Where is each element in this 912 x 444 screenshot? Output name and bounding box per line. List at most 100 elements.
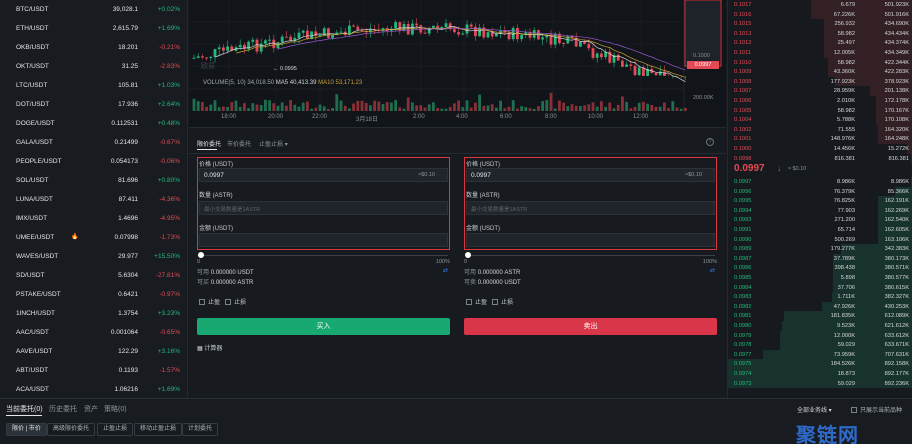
sell-qty-input[interactable]: 最小交易数量是1ASTR: [466, 201, 715, 215]
chip-trigger-order[interactable]: 计划委托: [182, 423, 219, 436]
market-row[interactable]: OKT/USDT 31.25 -2.83%: [0, 58, 187, 77]
bid-row[interactable]: 0.0982 47.926K 430.253K: [728, 301, 912, 312]
ask-row[interactable]: 0.1013 58.982 434.434K: [728, 28, 912, 39]
market-row[interactable]: ETH/USDT 2,615.79 +1.69%: [0, 20, 187, 39]
buy-stop-loss-checkbox[interactable]: 止损: [225, 297, 246, 306]
market-row[interactable]: AAC/USDT 0.001064 -0.65%: [0, 324, 187, 343]
ask-row[interactable]: 0.1012 25.497 434.374K: [728, 38, 912, 48]
market-row[interactable]: SD/USDT 5.6304 -27.81%: [0, 267, 187, 286]
tab-tp-sl[interactable]: 止盈止损 ▾: [259, 139, 288, 148]
sell-stop-loss-checkbox[interactable]: 止损: [492, 297, 513, 306]
sell-price-input[interactable]: 0.0997 ≈$0.10: [466, 168, 715, 182]
ask-row[interactable]: 0.1007 28.959K 201.138K: [728, 86, 912, 96]
bid-row[interactable]: 0.0977 73.959K 707.631K: [728, 349, 912, 360]
ask-row[interactable]: 0.1005 58.982 170.167K: [728, 105, 912, 116]
bid-row[interactable]: 0.0981 181.835K 612.089K: [728, 311, 912, 321]
sell-take-profit-checkbox[interactable]: 止盈: [466, 297, 487, 306]
market-row[interactable]: UMEE/USDT 🔥 0.07998 -1.73%: [0, 229, 187, 248]
market-row[interactable]: WAVES/USDT 29.977 +15.50%: [0, 248, 187, 267]
ask-row[interactable]: 0.1015 256.932 434.690K: [728, 19, 912, 29]
slider-knob[interactable]: [198, 252, 204, 258]
buy-price-input[interactable]: 0.0997 ≈$0.10: [199, 168, 448, 182]
bid-row[interactable]: 0.0979 12.000K 633.612K: [728, 330, 912, 341]
help-circle-icon[interactable]: ?: [706, 138, 714, 146]
market-row[interactable]: LUNA/USDT 87.411 -4.36%: [0, 191, 187, 210]
bid-row[interactable]: 0.0984 37.706 380.615K: [728, 282, 912, 293]
bid-row[interactable]: 0.0974 18.873 892.177K: [728, 369, 912, 379]
market-row[interactable]: SOL/USDT 81.696 +0.80%: [0, 172, 187, 191]
transfer-icon[interactable]: ⇄: [710, 267, 715, 274]
business-line-dropdown[interactable]: 全部业务线 ▾: [797, 405, 832, 414]
slider-knob[interactable]: [465, 252, 471, 258]
ask-row[interactable]: 0.1006 2.010K 172.178K: [728, 96, 912, 106]
sell-button[interactable]: 卖出: [464, 318, 717, 335]
bid-row[interactable]: 0.0986 398.438 380.571K: [728, 263, 912, 273]
chart-canvas[interactable]: [189, 0, 726, 128]
bid-row[interactable]: 0.0987 37.789K 380.173K: [728, 253, 912, 264]
ask-row[interactable]: 0.1001 148.976K 164.248K: [728, 134, 912, 144]
candlestick-chart[interactable]: 欧易 ← 0.0995 VOLUME(5, 10) 34,018.50 MA5 …: [189, 0, 726, 128]
market-row[interactable]: DOGE/USDT 0.112531 +0.48%: [0, 115, 187, 134]
ask-row[interactable]: 0.1004 5.788K 170.108K: [728, 115, 912, 125]
tab-order-history[interactable]: 历史委托: [49, 404, 77, 414]
order-quantity: 65.714: [837, 227, 855, 233]
bid-row[interactable]: 0.0994 77.903 162.269K: [728, 205, 912, 216]
ask-row[interactable]: 0.1009 43.360K 422.283K: [728, 67, 912, 77]
buy-amount-input[interactable]: [199, 233, 448, 247]
tab-open-orders[interactable]: 当前委托(0): [6, 404, 43, 414]
chip-advanced-limit[interactable]: 高级限价委托: [47, 423, 96, 436]
sell-percent-slider[interactable]: [465, 252, 715, 258]
market-row[interactable]: DOT/USDT 17.936 +2.64%: [0, 96, 187, 115]
calculator-link[interactable]: ▦ 计算器: [197, 343, 222, 352]
bid-row[interactable]: 0.0995 76.825K 162.191K: [728, 196, 912, 206]
order-total: 8.986K: [890, 179, 909, 185]
market-row[interactable]: AAVE/USDT 122.29 +3.16%: [0, 343, 187, 362]
tab-strategies[interactable]: 策略(0): [104, 404, 127, 414]
market-row[interactable]: GALA/USDT 0.21499 -0.67%: [0, 134, 187, 153]
chip-trailing-stop[interactable]: 移动止盈止损: [134, 423, 183, 436]
market-row[interactable]: OKB/USDT 18.201 -0.21%: [0, 39, 187, 58]
ask-row[interactable]: 0.1017 6.679 501.923K: [728, 0, 912, 10]
market-row[interactable]: IMX/USDT 1.4696 -4.95%: [0, 210, 187, 229]
ask-row[interactable]: 0.1010 58.982 422.344K: [728, 57, 912, 68]
market-row[interactable]: ABT/USDT 0.1193 -1.57%: [0, 362, 187, 381]
ask-row[interactable]: 0.1002 71.555 164.320K: [728, 124, 912, 135]
market-row[interactable]: ACA/USDT 1.06216 +1.69%: [0, 381, 187, 398]
order-price: 0.0987: [734, 255, 752, 262]
chip-limit-market[interactable]: 限价 | 市价: [6, 423, 47, 436]
buy-take-profit-checkbox[interactable]: 止盈: [199, 297, 220, 306]
bid-row[interactable]: 0.0980 9.523K 621.612K: [728, 321, 912, 331]
chip-tp-sl[interactable]: 止盈止损: [97, 423, 134, 436]
ask-row[interactable]: 0.1011 12.005K 434.349K: [728, 48, 912, 58]
bid-row[interactable]: 0.0975 184.526K 892.158K: [728, 359, 912, 369]
bid-row[interactable]: 0.0989 179.277K 342.383K: [728, 244, 912, 254]
bid-row[interactable]: 0.0997 8.986K 8.986K: [728, 177, 912, 187]
bid-row[interactable]: 0.0991 65.714 162.605K: [728, 225, 912, 235]
bid-row[interactable]: 0.0996 76.379K 85.366K: [728, 186, 912, 197]
buy-qty-input[interactable]: 最小交易数量是1ASTR: [199, 201, 448, 215]
transfer-icon[interactable]: ⇄: [443, 267, 448, 274]
only-current-checkbox[interactable]: 只展示当前品种: [851, 405, 902, 414]
ask-row[interactable]: 0.1016 67.226K 501.916K: [728, 9, 912, 20]
ask-row[interactable]: 0.1000 14.456K 15.272K: [728, 144, 912, 154]
bid-row[interactable]: 0.0973 59.029 892.236K: [728, 378, 912, 389]
tab-limit-order[interactable]: 限价委托: [197, 139, 221, 148]
bid-row[interactable]: 0.0978 59.029 633.671K: [728, 340, 912, 350]
tab-assets[interactable]: 资产: [84, 404, 98, 414]
market-row[interactable]: LTC/USDT 105.81 +1.03%: [0, 77, 187, 96]
market-symbol: AAVE/USDT: [16, 348, 53, 355]
buy-button[interactable]: 买入: [197, 318, 450, 335]
market-row[interactable]: PSTAKE/USDT 0.6421 -0.97%: [0, 286, 187, 305]
ask-row[interactable]: 0.1008 177.923K 378.923K: [728, 76, 912, 87]
bid-row[interactable]: 0.0990 500.269 163.106K: [728, 234, 912, 245]
buy-percent-slider[interactable]: [198, 252, 448, 258]
bid-row[interactable]: 0.0993 271.200 162.540K: [728, 215, 912, 225]
volume-bar: [516, 108, 519, 111]
market-row[interactable]: BTC/USDT 39,028.1 +0.02%: [0, 1, 187, 20]
sell-amount-input[interactable]: [466, 233, 715, 247]
market-row[interactable]: 1INCH/USDT 1.3754 +3.23%: [0, 305, 187, 324]
bid-row[interactable]: 0.0983 1.711K 382.327K: [728, 292, 912, 302]
tab-market-order[interactable]: 市价委托: [227, 139, 251, 148]
market-row[interactable]: PEOPLE/USDT 0.054173 -0.06%: [0, 153, 187, 172]
bid-row[interactable]: 0.0985 5.898 380.577K: [728, 273, 912, 283]
